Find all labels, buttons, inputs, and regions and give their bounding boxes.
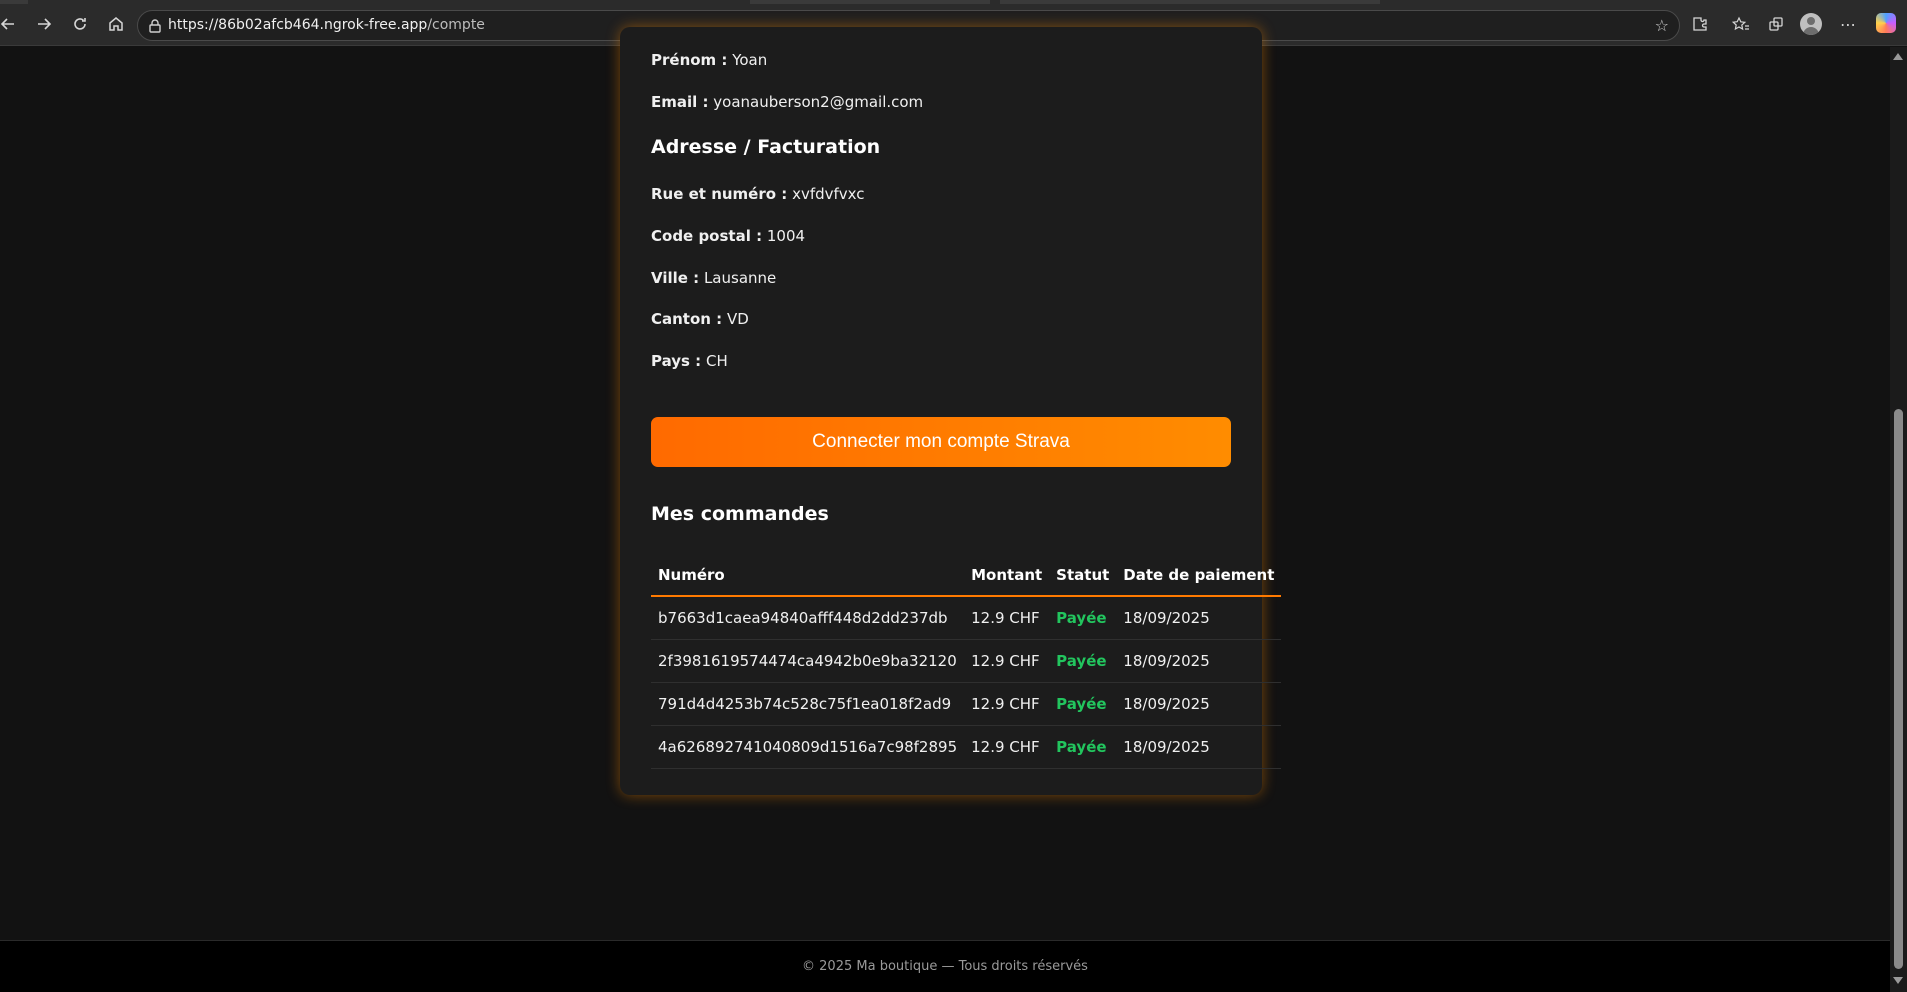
postal-value: 1004 bbox=[766, 227, 806, 245]
address-title: Adresse / Facturation bbox=[651, 136, 881, 158]
star-icon[interactable]: ☆ bbox=[1655, 16, 1669, 35]
order-amount: 12.9 CHF bbox=[964, 725, 1050, 769]
reload-icon[interactable] bbox=[66, 10, 94, 38]
firstname-label: Prénom : bbox=[651, 51, 728, 69]
account-card: Prénom : Yoan Email : yoanauberson2@gmai… bbox=[620, 27, 1282, 795]
header-amount: Montant bbox=[964, 554, 1050, 597]
vertical-scrollbar[interactable] bbox=[1890, 47, 1907, 992]
country-label: Pays : bbox=[651, 352, 702, 370]
more-icon[interactable]: ⋯ bbox=[1835, 11, 1861, 37]
table-row: 791d4d4253b74c528c75f1ea018f2ad9 12.9 CH… bbox=[651, 682, 1282, 726]
order-status: Payée bbox=[1049, 682, 1117, 726]
orders-header-row: Numéro Montant Statut Date de paiement bbox=[651, 554, 1282, 597]
order-date: 18/09/2025 bbox=[1116, 725, 1282, 769]
city-label: Ville : bbox=[651, 269, 700, 287]
order-number: 2f3981619574474ca4942b0e9ba32120 bbox=[651, 639, 965, 683]
order-date: 18/09/2025 bbox=[1116, 596, 1282, 640]
back-icon[interactable] bbox=[0, 10, 22, 38]
postal-field: Code postal : 1004 bbox=[651, 227, 805, 245]
scrollbar-thumb[interactable] bbox=[1894, 409, 1903, 969]
order-number: 4a626892741040809d1516a7c98f2895 bbox=[651, 725, 965, 769]
street-label: Rue et numéro : bbox=[651, 185, 788, 203]
order-status: Payée bbox=[1049, 639, 1117, 683]
scroll-down-icon[interactable] bbox=[1893, 977, 1903, 984]
page-footer: © 2025 Ma boutique — Tous droits réservé… bbox=[0, 940, 1890, 992]
email-label: Email : bbox=[651, 93, 709, 111]
order-number: b7663d1caea94840afff448d2dd237db bbox=[651, 596, 965, 640]
header-status: Statut bbox=[1049, 554, 1117, 597]
postal-label: Code postal : bbox=[651, 227, 763, 245]
firstname-value: Yoan bbox=[732, 51, 768, 69]
orders-table: Numéro Montant Statut Date de paiement b… bbox=[651, 554, 1282, 769]
email-value: yoanauberson2@gmail.com bbox=[713, 93, 924, 111]
tab-hint-left bbox=[0, 0, 28, 4]
extensions-icon[interactable] bbox=[1687, 11, 1713, 37]
country-value: CH bbox=[705, 352, 728, 370]
canton-value: VD bbox=[726, 310, 749, 328]
canton-label: Canton : bbox=[651, 310, 723, 328]
header-payment-date: Date de paiement bbox=[1116, 554, 1282, 597]
favorites-icon[interactable] bbox=[1728, 11, 1754, 37]
country-field: Pays : CH bbox=[651, 352, 728, 370]
url-text[interactable]: https://86b02afcb464.ngrok-free.app/comp… bbox=[168, 17, 485, 33]
table-row: 4a626892741040809d1516a7c98f2895 12.9 CH… bbox=[651, 725, 1282, 769]
table-row: 2f3981619574474ca4942b0e9ba32120 12.9 CH… bbox=[651, 639, 1282, 683]
table-row: b7663d1caea94840afff448d2dd237db 12.9 CH… bbox=[651, 596, 1282, 640]
order-date: 18/09/2025 bbox=[1116, 639, 1282, 683]
order-amount: 12.9 CHF bbox=[964, 596, 1050, 640]
email-field: Email : yoanauberson2@gmail.com bbox=[651, 93, 923, 111]
tab-hint-right bbox=[1000, 0, 1380, 4]
order-number: 791d4d4253b74c528c75f1ea018f2ad9 bbox=[651, 682, 965, 726]
canton-field: Canton : VD bbox=[651, 310, 749, 328]
profile-icon[interactable] bbox=[1800, 13, 1822, 35]
lock-icon[interactable] bbox=[148, 18, 164, 34]
order-date: 18/09/2025 bbox=[1116, 682, 1282, 726]
city-value: Lausanne bbox=[703, 269, 777, 287]
home-icon[interactable] bbox=[102, 10, 130, 38]
street-value: xvfdvfvxc bbox=[792, 185, 865, 203]
street-field: Rue et numéro : xvfdvfvxc bbox=[651, 185, 865, 203]
url-path: /compte bbox=[427, 17, 485, 33]
page-body: Prénom : Yoan Email : yoanauberson2@gmai… bbox=[0, 27, 1890, 992]
copilot-icon[interactable] bbox=[1876, 13, 1896, 33]
connect-strava-button[interactable]: Connecter mon compte Strava bbox=[651, 417, 1231, 467]
collections-icon[interactable] bbox=[1763, 11, 1789, 37]
order-amount: 12.9 CHF bbox=[964, 682, 1050, 726]
order-status: Payée bbox=[1049, 725, 1117, 769]
city-field: Ville : Lausanne bbox=[651, 269, 776, 287]
tab-hint-middle bbox=[750, 0, 990, 4]
forward-icon[interactable] bbox=[30, 10, 58, 38]
order-amount: 12.9 CHF bbox=[964, 639, 1050, 683]
header-number: Numéro bbox=[651, 554, 965, 597]
order-status: Payée bbox=[1049, 596, 1117, 640]
scroll-up-icon[interactable] bbox=[1893, 53, 1903, 60]
url-host: https://86b02afcb464.ngrok-free.app bbox=[168, 17, 428, 33]
firstname-field: Prénom : Yoan bbox=[651, 51, 767, 69]
orders-title: Mes commandes bbox=[651, 503, 829, 525]
